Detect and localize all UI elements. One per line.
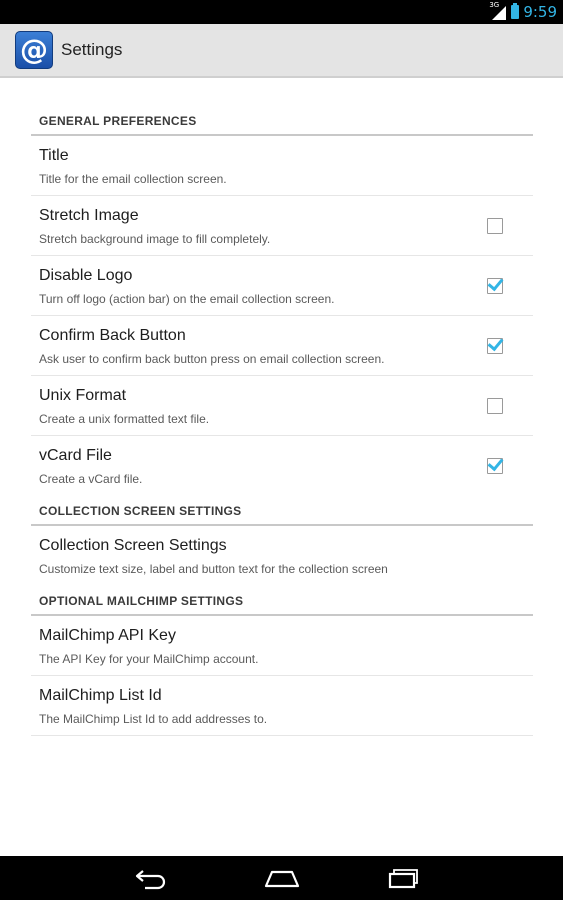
checkmark-icon — [487, 334, 504, 352]
pref-vcard-file-label: vCard File — [39, 447, 112, 464]
status-bar: 3G 9:59 — [0, 0, 563, 24]
pref-stretch-image-label: Stretch Image — [39, 207, 139, 224]
pref-mailchimp-api-key-summary: The API Key for your MailChimp account. — [39, 652, 259, 666]
pref-mailchimp-api-key-label: MailChimp API Key — [39, 627, 176, 644]
pref-disable-logo-label: Disable Logo — [39, 267, 133, 284]
section-header-label: COLLECTION SCREEN SETTINGS — [39, 504, 242, 518]
section-header-mailchimp: OPTIONAL MAILCHIMP SETTINGS — [31, 586, 533, 616]
pref-collection-screen-settings-label: Collection Screen Settings — [39, 537, 227, 554]
pref-mailchimp-list-id-label: MailChimp List Id — [39, 687, 162, 704]
pref-title[interactable]: Title Title for the email collection scr… — [31, 136, 533, 196]
pref-disable-logo[interactable]: Disable Logo Turn off logo (action bar) … — [31, 256, 533, 316]
signal-icon: 3G — [489, 1, 507, 21]
pref-vcard-file[interactable]: vCard File Create a vCard file. — [31, 436, 533, 496]
pref-unix-format-label: Unix Format — [39, 387, 127, 404]
pref-confirm-back-button-label: Confirm Back Button — [39, 327, 186, 344]
section-header-label: GENERAL PREFERENCES — [39, 114, 197, 128]
pref-mailchimp-list-id[interactable]: MailChimp List Id The MailChimp List Id … — [31, 676, 533, 736]
checkmark-icon — [487, 454, 504, 472]
at-sign-icon[interactable]: @ — [15, 31, 53, 69]
page-title: Settings — [61, 40, 123, 59]
recent-apps-icon[interactable] — [381, 866, 421, 890]
navigation-bar — [0, 856, 563, 900]
pref-collection-screen-settings[interactable]: Collection Screen Settings Customize tex… — [31, 526, 533, 586]
pref-stretch-image-summary: Stretch background image to fill complet… — [39, 232, 271, 246]
home-icon[interactable] — [262, 866, 302, 890]
pref-unix-format-summary: Create a unix formatted text file. — [39, 412, 210, 426]
pref-unix-format[interactable]: Unix Format Create a unix formatted text… — [31, 376, 533, 436]
pref-confirm-back-button[interactable]: Confirm Back Button Ask user to confirm … — [31, 316, 533, 376]
unix-format-checkbox[interactable] — [487, 398, 503, 414]
pref-mailchimp-list-id-summary: The MailChimp List Id to add addresses t… — [39, 712, 268, 726]
checkmark-icon — [487, 274, 504, 292]
app-icon-glyph: @ — [20, 33, 48, 66]
pref-confirm-back-button-summary: Ask user to confirm back button press on… — [39, 352, 385, 366]
pref-title-summary: Title for the email collection screen. — [39, 172, 227, 186]
vcard-file-checkbox[interactable] — [487, 454, 504, 474]
section-header-general: GENERAL PREFERENCES — [31, 78, 533, 136]
back-icon[interactable] — [131, 866, 171, 890]
confirm-back-button-checkbox[interactable] — [487, 334, 504, 354]
status-indicators: 3G 9:59 — [489, 0, 557, 24]
stretch-image-checkbox[interactable] — [487, 218, 503, 234]
pref-disable-logo-summary: Turn off logo (action bar) on the email … — [39, 292, 335, 306]
pref-stretch-image[interactable]: Stretch Image Stretch background image t… — [31, 196, 533, 256]
disable-logo-checkbox[interactable] — [487, 274, 504, 294]
preferences-list: GENERAL PREFERENCES Title Title for the … — [31, 78, 533, 736]
pref-mailchimp-api-key[interactable]: MailChimp API Key The API Key for your M… — [31, 616, 533, 676]
battery-icon — [511, 3, 520, 19]
section-header-collection: COLLECTION SCREEN SETTINGS — [31, 496, 533, 526]
action-bar: @ Settings — [0, 24, 563, 78]
pref-vcard-file-summary: Create a vCard file. — [39, 472, 143, 486]
section-header-label: OPTIONAL MAILCHIMP SETTINGS — [39, 594, 244, 608]
pref-collection-screen-settings-summary: Customize text size, label and button te… — [39, 562, 388, 576]
pref-title-label: Title — [39, 147, 69, 164]
status-clock: 9:59 — [523, 3, 557, 21]
